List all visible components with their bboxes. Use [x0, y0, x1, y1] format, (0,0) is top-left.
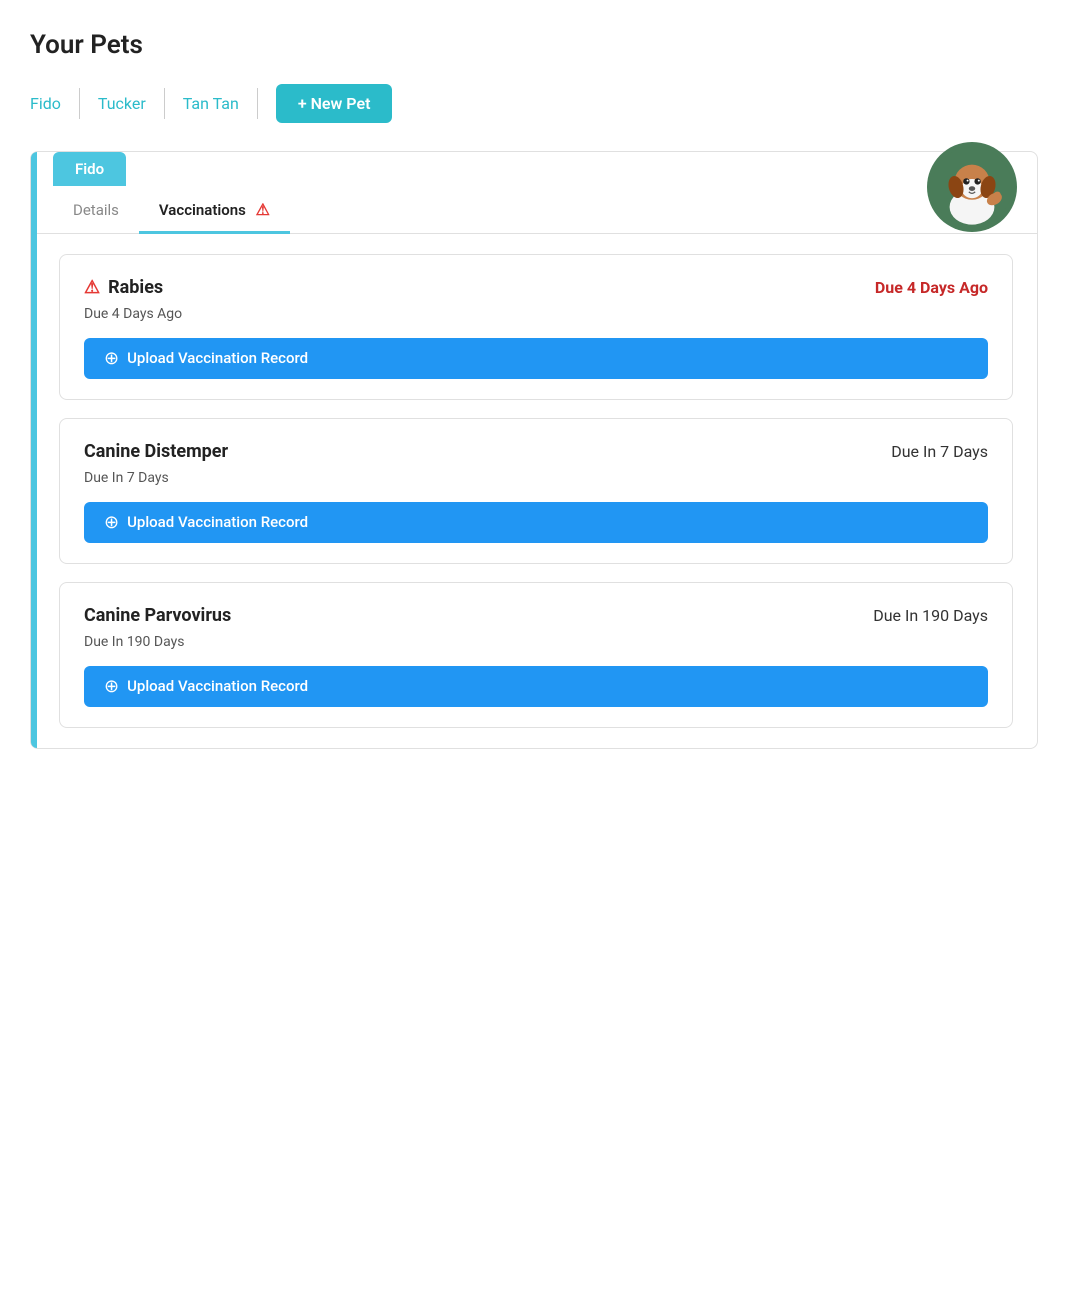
vaccine-name-distemper: Canine Distemper [84, 441, 228, 462]
tab-fido[interactable]: Fido [30, 88, 80, 119]
panel-header: Fido [31, 152, 1037, 186]
rabies-warning-icon: ⚠ [84, 277, 100, 298]
upload-icon: ⊕ [104, 676, 119, 697]
vaccine-header-distemper: Canine Distemper Due In 7 Days [84, 441, 988, 462]
vaccine-card-parvovirus: Canine Parvovirus Due In 190 Days Due In… [59, 582, 1013, 728]
vaccine-card-rabies: ⚠ Rabies Due 4 Days Ago Due 4 Days Ago ⊕… [59, 254, 1013, 400]
rabies-due-sub: Due 4 Days Ago [84, 306, 988, 322]
parvovirus-due-sub: Due In 190 Days [84, 634, 988, 650]
distemper-due-status: Due In 7 Days [891, 442, 988, 461]
vaccinations-list: ⚠ Rabies Due 4 Days Ago Due 4 Days Ago ⊕… [31, 234, 1037, 748]
pet-panel-fido: Fido [30, 151, 1038, 749]
tab-details[interactable]: Details [53, 187, 139, 234]
panel-left-accent [31, 152, 37, 748]
pet-name-badge: Fido [53, 152, 126, 186]
upload-vaccination-button-rabies[interactable]: ⊕ Upload Vaccination Record [84, 338, 988, 379]
vaccine-name-rabies: ⚠ Rabies [84, 277, 163, 298]
tab-vaccinations[interactable]: Vaccinations ⚠ [139, 186, 290, 234]
upload-vaccination-button-distemper[interactable]: ⊕ Upload Vaccination Record [84, 502, 988, 543]
vaccine-header-rabies: ⚠ Rabies Due 4 Days Ago [84, 277, 988, 298]
parvovirus-due-status: Due In 190 Days [873, 606, 988, 625]
tab-tucker[interactable]: Tucker [80, 88, 165, 119]
warning-icon: ⚠ [256, 200, 270, 219]
rabies-due-status: Due 4 Days Ago [875, 278, 988, 297]
new-pet-button[interactable]: + New Pet [276, 84, 393, 123]
tab-tantan[interactable]: Tan Tan [165, 88, 258, 119]
page-title: Your Pets [30, 30, 1038, 60]
avatar [927, 142, 1017, 232]
upload-icon: ⊕ [104, 348, 119, 369]
vaccine-name-parvovirus: Canine Parvovirus [84, 605, 231, 626]
upload-icon: ⊕ [104, 512, 119, 533]
upload-vaccination-button-parvovirus[interactable]: ⊕ Upload Vaccination Record [84, 666, 988, 707]
vaccine-header-parvovirus: Canine Parvovirus Due In 190 Days [84, 605, 988, 626]
distemper-due-sub: Due In 7 Days [84, 470, 988, 486]
pet-sub-tabs: Details Vaccinations ⚠ [31, 186, 1037, 234]
vaccine-card-distemper: Canine Distemper Due In 7 Days Due In 7 … [59, 418, 1013, 564]
pet-tabs-bar: Fido Tucker Tan Tan + New Pet [30, 84, 1038, 123]
